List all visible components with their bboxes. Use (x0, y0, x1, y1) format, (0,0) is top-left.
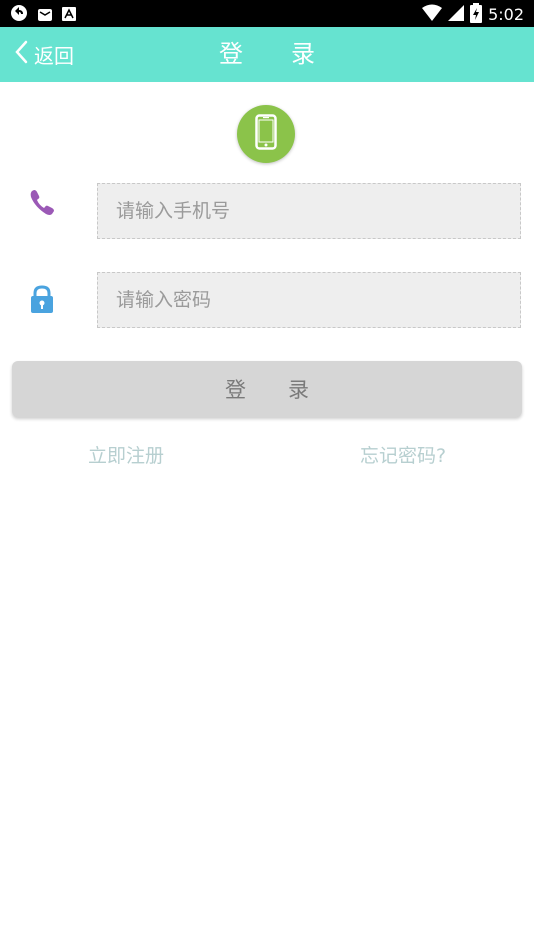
page-title: 登 录 (219, 40, 315, 68)
signal-icon (448, 4, 465, 26)
status-bar: 5:02 (0, 0, 534, 27)
forgot-password-link[interactable]: 忘记密码? (360, 441, 446, 468)
back-label: 返回 (34, 43, 74, 68)
battery-icon (470, 3, 483, 27)
login-button[interactable]: 登 录 (12, 361, 522, 417)
status-right: 5:02 (422, 3, 524, 27)
lock-icon (26, 284, 58, 316)
phone-handset-icon (26, 187, 58, 219)
status-time: 5:02 (488, 5, 524, 24)
password-row (0, 272, 534, 328)
phone-icon (255, 114, 277, 154)
password-input[interactable] (97, 272, 521, 328)
wifi-icon (422, 4, 443, 26)
phone-row (0, 183, 534, 239)
app-bar: 登 录 返回 (0, 27, 534, 82)
sync-icon (10, 4, 28, 26)
back-button[interactable]: 返回 (14, 37, 74, 71)
text-icon (62, 6, 76, 25)
register-link[interactable]: 立即注册 (88, 441, 164, 468)
app-logo (237, 105, 295, 163)
phone-input[interactable] (97, 183, 521, 239)
status-left (10, 4, 76, 26)
chevron-left-icon (14, 40, 28, 68)
mail-icon (38, 6, 52, 25)
